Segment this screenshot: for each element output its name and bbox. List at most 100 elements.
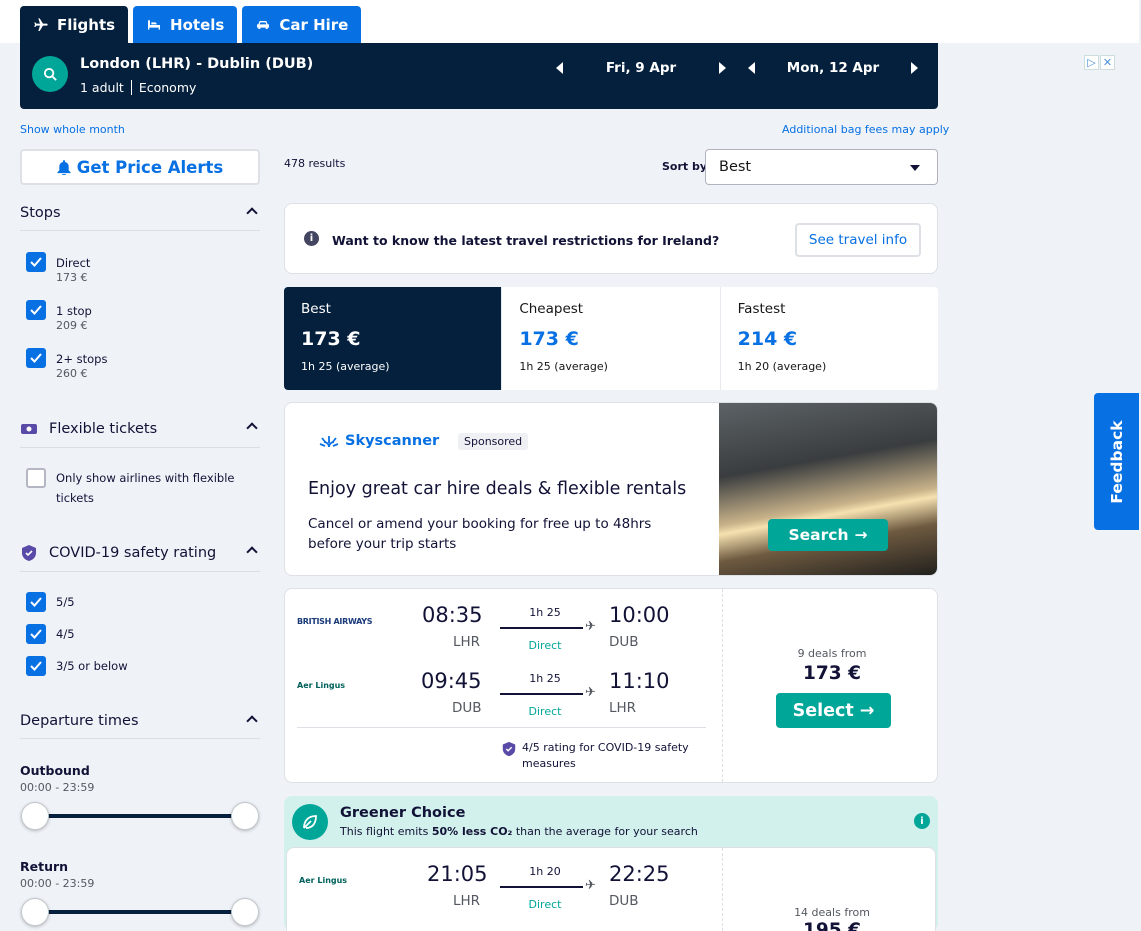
option-label: 3/5 or below — [56, 659, 128, 673]
tab-hotels[interactable]: Hotels — [133, 6, 238, 43]
tab-label: Hotels — [170, 15, 225, 34]
checkbox[interactable] — [26, 592, 46, 612]
tab-car-hire[interactable]: Car Hire — [242, 6, 362, 43]
return-slider-max-handle[interactable] — [231, 898, 259, 926]
checkbox[interactable] — [26, 656, 46, 676]
option-label: Only show airlines with flexible — [56, 471, 235, 485]
arrival-time: 22:25 — [609, 862, 670, 886]
bag-fees-link[interactable]: Additional bag fees may apply — [782, 123, 949, 136]
return-date[interactable]: Mon, 12 Apr — [755, 60, 911, 76]
sort-tab-duration: 1h 25 (average) — [301, 360, 390, 373]
prev-depart-date-icon[interactable] — [556, 62, 563, 74]
outbound-label: Outbound — [20, 763, 90, 778]
covid-rating-note: 4/5 rating for COVID-19 safety measures — [522, 741, 689, 770]
depart-date[interactable]: Fri, 9 Apr — [563, 60, 719, 76]
plane-icon: ✈ — [585, 619, 596, 634]
select-button[interactable]: Select → — [776, 693, 891, 728]
checkbox[interactable] — [26, 252, 46, 272]
covid-filter-header[interactable]: COVID-19 safety rating — [20, 544, 260, 572]
passenger-info: 1 adult Economy — [80, 80, 196, 95]
stops-option-1-stop[interactable]: 1 stop 209 € — [26, 300, 92, 332]
passengers: 1 adult — [80, 80, 124, 95]
checkbox[interactable] — [26, 300, 46, 320]
leaf-icon — [292, 804, 328, 840]
flight-result-card[interactable]: Aer Lingus 21:05 LHR 1h 20 ✈ Direct 22:2… — [286, 847, 936, 931]
checkbox[interactable] — [26, 348, 46, 368]
checkbox[interactable] — [26, 624, 46, 644]
chevron-up-icon — [246, 715, 258, 727]
departure-time: 08:35 — [422, 603, 483, 627]
sort-tab-best[interactable]: Best 173 € 1h 25 (average) — [284, 287, 503, 390]
info-icon[interactable]: i — [914, 813, 930, 829]
see-travel-info-button[interactable]: See travel info — [795, 223, 921, 257]
feedback-label: Feedback — [1107, 419, 1126, 504]
flight-duration: 1h 25 — [529, 672, 561, 685]
return-slider-min-handle[interactable] — [21, 898, 49, 926]
search-icon[interactable] — [32, 56, 68, 92]
sort-tab-fastest[interactable]: Fastest 214 € 1h 20 (average) — [720, 287, 938, 390]
car-hire-ad[interactable]: Skyscanner Sponsored Enjoy great car hir… — [284, 402, 938, 576]
covid-option-4[interactable]: 4/5 — [26, 624, 75, 644]
outbound-slider-track[interactable] — [34, 814, 246, 818]
option-label: 5/5 — [56, 595, 75, 609]
ad-close-icon[interactable]: ✕ — [1100, 55, 1115, 70]
sort-tab-price: 214 € — [737, 328, 798, 350]
search-summary[interactable]: London (LHR) - Dublin (DUB) 1 adult Econ… — [20, 43, 938, 109]
departure-times-filter-header[interactable]: Departure times — [20, 713, 260, 739]
route-line — [500, 693, 583, 695]
stops-label: Direct — [528, 639, 562, 652]
separator — [297, 727, 706, 728]
prev-return-date-icon[interactable] — [748, 62, 755, 74]
outbound-leg: BRITISH AIRWAYS 08:35 LHR 1h 25 ✈ Direct… — [285, 597, 722, 657]
depart-date-nav: Fri, 9 Apr — [556, 57, 726, 79]
feedback-tab[interactable]: Feedback — [1094, 393, 1139, 530]
flight-price: 195 € — [803, 920, 861, 931]
return-slider-track[interactable] — [34, 910, 246, 914]
shield-icon — [502, 741, 516, 757]
greener-choice-card[interactable]: Greener Choice This flight emits 50% les… — [284, 796, 938, 931]
divider — [130, 80, 132, 95]
arrival-time: 11:10 — [609, 669, 670, 693]
chevron-up-icon — [246, 422, 258, 434]
sunrise-icon — [319, 436, 339, 448]
covid-option-5[interactable]: 5/5 — [26, 592, 75, 612]
option-label: Direct — [56, 256, 91, 270]
car-icon — [257, 20, 270, 29]
stops-option-direct[interactable]: Direct 173 € — [26, 252, 90, 284]
sort-select[interactable]: Best — [705, 149, 938, 185]
tab-flights[interactable]: Flights — [20, 6, 129, 43]
ticket-divider — [722, 848, 723, 931]
flight-price: 173 € — [803, 663, 861, 684]
return-date-nav: Mon, 12 Apr — [748, 57, 918, 79]
flight-result-card[interactable]: BRITISH AIRWAYS 08:35 LHR 1h 25 ✈ Direct… — [284, 588, 938, 783]
next-return-date-icon[interactable] — [911, 62, 918, 74]
ticket-divider — [722, 589, 723, 782]
next-depart-date-icon[interactable] — [719, 62, 726, 74]
arrival-airport: LHR — [609, 700, 637, 716]
flexible-tickets-filter-header[interactable]: Flexible tickets — [20, 420, 260, 448]
plane-icon: ✈ — [585, 685, 596, 700]
stops-option-2plus[interactable]: 2+ stops 260 € — [26, 348, 107, 380]
option-label: 2+ stops — [56, 352, 108, 366]
sort-tab-cheapest[interactable]: Cheapest 173 € 1h 25 (average) — [502, 287, 721, 390]
ad-description: Cancel or amend your booking for free up… — [308, 516, 652, 552]
caret-down-icon — [910, 165, 920, 171]
skyscanner-logo: Skyscanner — [319, 433, 439, 449]
sub-text: This flight emits — [340, 825, 432, 838]
departure-time: 09:45 — [421, 669, 482, 693]
sort-tab-duration: 1h 25 (average) — [519, 360, 608, 373]
stops-filter-header[interactable]: Stops — [20, 205, 260, 231]
outbound-slider-max-handle[interactable] — [231, 802, 259, 830]
flexible-tickets-option[interactable]: Only show airlines with flexible tickets — [26, 468, 235, 508]
checkbox[interactable] — [26, 468, 46, 488]
ad-search-button[interactable]: Search → — [768, 519, 888, 551]
arrival-airport: DUB — [609, 634, 639, 650]
covid-option-3-below[interactable]: 3/5 or below — [26, 656, 128, 676]
departure-airport: LHR — [453, 634, 481, 650]
show-whole-month-link[interactable]: Show whole month — [20, 123, 125, 136]
ad-info-icon[interactable]: ▷ — [1084, 55, 1099, 70]
get-price-alerts-button[interactable]: Get Price Alerts — [20, 149, 260, 185]
info-icon: i — [304, 231, 319, 246]
sort-tab-price: 173 € — [519, 328, 579, 350]
outbound-slider-min-handle[interactable] — [21, 802, 49, 830]
